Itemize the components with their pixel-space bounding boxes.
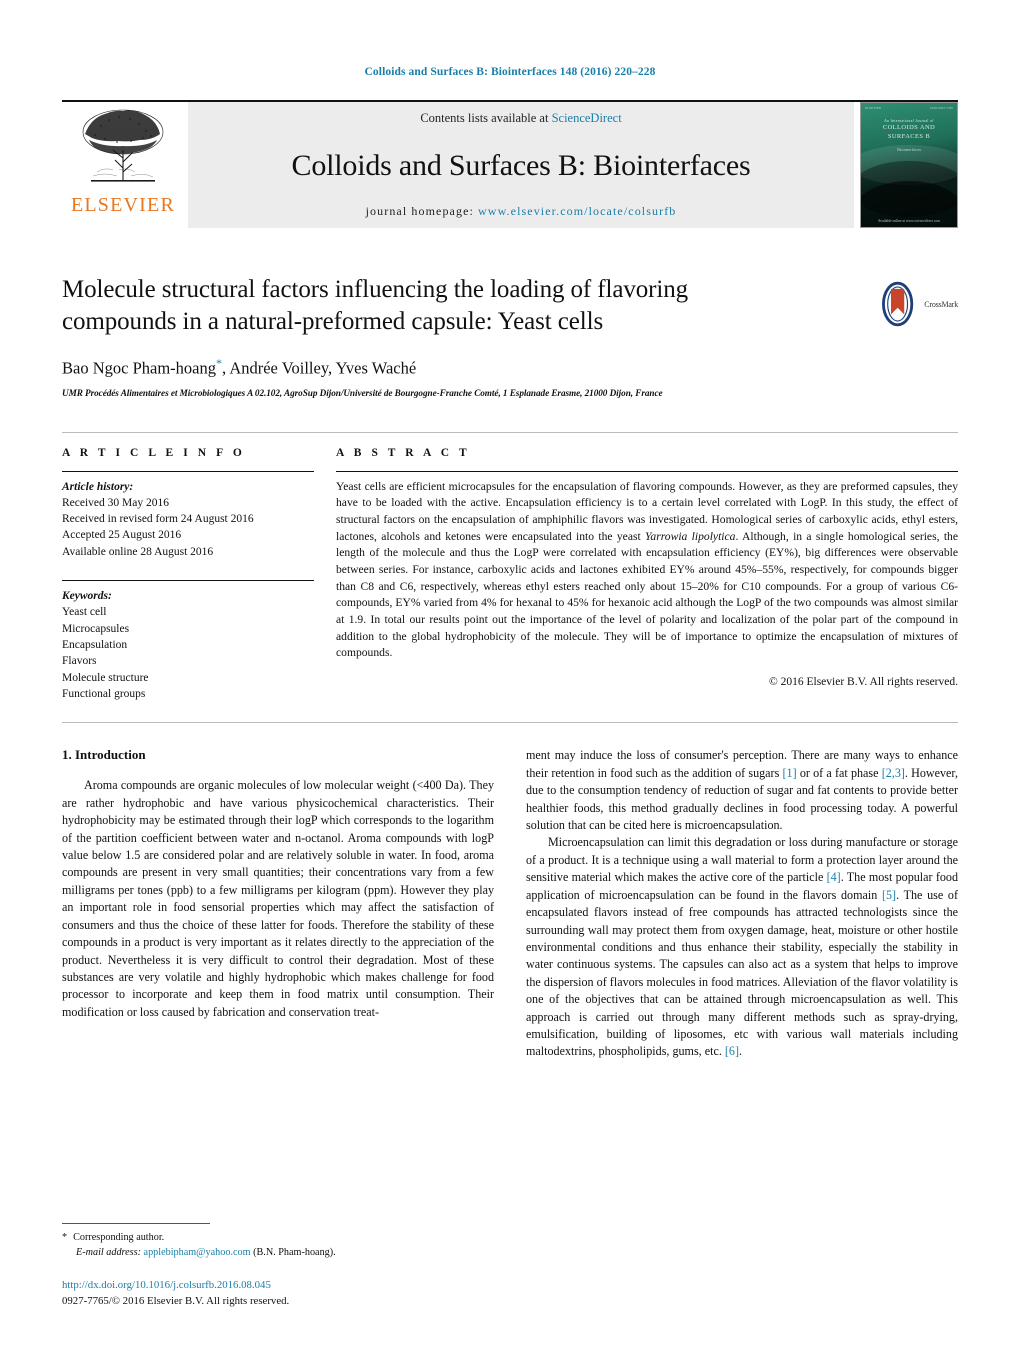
footnote-block: * Corresponding author. E-mail address: a… (62, 1223, 492, 1309)
citation-link[interactable]: [6] (725, 1044, 739, 1058)
corresponding-author-note: * Corresponding author. (62, 1231, 492, 1246)
citation-link[interactable]: [1] (783, 766, 797, 780)
cover-publisher: ELSEVIER (865, 106, 882, 110)
cover-bottom-strip: Available online at www.sciencedirect.co… (877, 219, 941, 223)
abstract-copyright: © 2016 Elsevier B.V. All rights reserved… (769, 676, 958, 689)
citation-link[interactable]: [2,3] (882, 766, 905, 780)
crossmark-label: CrossMark (924, 299, 958, 309)
abstract-column: A B S T R A C T Yeast cells are efficien… (336, 447, 958, 703)
sciencedirect-link[interactable]: ScienceDirect (552, 111, 622, 125)
keyword-item: Encapsulation (62, 639, 128, 652)
keyword-item: Molecule structure (62, 671, 149, 684)
article-history-label: Article history: (62, 480, 134, 493)
journal-title: Colloids and Surfaces B: Biointerfaces (291, 149, 751, 182)
cover-top-strip: ELSEVIER ISSN 0927-7765 (865, 106, 953, 113)
doi-link[interactable]: http://dx.doi.org/10.1016/j.colsurfb.201… (62, 1277, 492, 1293)
citation-link[interactable]: [4] (827, 870, 841, 884)
footnote-rule (62, 1223, 210, 1225)
cover-title-line1: COLLOIDS AND (882, 123, 936, 131)
abstract-organism-name: Yarrowia lipolytica (645, 529, 736, 543)
elsevier-logo: ELSEVIER (62, 102, 184, 228)
page-title: Molecule structural factors influencing … (62, 276, 689, 335)
paragraph-text: . The use of encapsulated flavors instea… (526, 887, 958, 1059)
history-item: Received in revised form 24 August 2016 (62, 513, 254, 526)
paragraph: ment may induce the loss of consumer's p… (526, 747, 958, 834)
issn-copyright: 0927-7765/© 2016 Elsevier B.V. All right… (62, 1294, 290, 1307)
citation-link[interactable]: [5] (882, 888, 896, 902)
paragraph-text: . (738, 1044, 743, 1059)
section-heading-introduction: 1. Introduction (62, 747, 146, 763)
article-info-heading: A R T I C L E I N F O (62, 446, 246, 459)
info-abstract-region: A R T I C L E I N F O Article history: R… (62, 431, 958, 703)
keyword-item: Functional groups (62, 688, 146, 701)
abstract-part-2: . Although, in a single homological seri… (336, 529, 958, 660)
cover-subtitle: Biointerfaces (897, 147, 921, 152)
keywords-group: Keywords: Yeast cell Microcapsules Encap… (62, 588, 314, 702)
email-link[interactable]: applebipham@yahoo.com (144, 1247, 251, 1258)
crossmark-badge[interactable]: CrossMark (874, 278, 958, 330)
email-note: E-mail address: applebipham@yahoo.com (B… (62, 1246, 492, 1261)
elsevier-wordmark: ELSEVIER (70, 194, 176, 216)
author-list: Bao Ngoc Pham-hoang*, Andrée Voilley, Yv… (62, 356, 958, 379)
crossmark-icon (882, 281, 914, 327)
title-block: Molecule structural factors influencing … (62, 274, 958, 398)
elsevier-tree-icon (82, 109, 164, 182)
abstract-rule (336, 470, 958, 472)
article-info-column: A R T I C L E I N F O Article history: R… (62, 447, 314, 703)
contents-available-line: Contents lists available at ScienceDirec… (420, 111, 621, 126)
keywords-rule (62, 580, 314, 582)
footnote-star: * (62, 1232, 68, 1244)
paragraph: Aroma compounds are organic molecules of… (62, 778, 494, 1019)
masthead-center: Contents lists available at ScienceDirec… (188, 102, 854, 228)
cover-title-line2: SURFACES B (887, 132, 931, 140)
homepage-prefix: journal homepage: (365, 204, 479, 218)
abstract-text: Yeast cells are efficient microcapsules … (336, 479, 958, 663)
email-label: E-mail address: (76, 1246, 141, 1258)
history-item: Accepted 25 August 2016 (62, 529, 182, 542)
body-column-left: 1. Introduction Aroma compounds are orga… (62, 747, 494, 1060)
author-rest: , Andrée Voilley, Yves Waché (221, 358, 417, 378)
paragraph: Microencapsulation can limit this degrad… (526, 834, 958, 1060)
journal-homepage-line: journal homepage: www.elsevier.com/locat… (366, 204, 677, 219)
abstract-heading: A B S T R A C T (336, 446, 471, 459)
author-primary: Bao Ngoc Pham-hoang (62, 358, 216, 378)
homepage-url-link[interactable]: www.elsevier.com/locate/colsurfb (478, 204, 676, 218)
email-owner: (B.N. Pham-hoang). (253, 1246, 336, 1258)
cover-issn: ISSN 0927-7765 (930, 106, 953, 110)
body-column-right: ment may induce the loss of consumer's p… (526, 747, 958, 1060)
history-item: Received 30 May 2016 (62, 496, 169, 509)
keyword-item: Microcapsules (62, 622, 130, 635)
keyword-item: Flavors (62, 655, 97, 668)
contents-prefix: Contents lists available at (420, 111, 552, 125)
article-info-rule (62, 470, 314, 472)
paragraph-text: or of a fat phase (796, 765, 882, 780)
keyword-item: Yeast cell (62, 606, 107, 619)
article-history-group: Article history: Received 30 May 2016 Re… (62, 479, 314, 561)
history-item: Available online 28 August 2016 (62, 545, 214, 558)
journal-cover-thumbnail: ELSEVIER ISSN 0927-7765 An International… (860, 102, 958, 228)
affiliation: UMR Procédés Alimentaires et Microbiolog… (62, 387, 663, 398)
keywords-label: Keywords: (62, 590, 112, 603)
paper-page: Colloids and Surfaces B: Biointerfaces 1… (0, 0, 1020, 1351)
running-head: Colloids and Surfaces B: Biointerfaces 1… (364, 66, 656, 78)
doi-block: http://dx.doi.org/10.1016/j.colsurfb.201… (62, 1277, 492, 1309)
body-columns: 1. Introduction Aroma compounds are orga… (62, 747, 958, 1060)
body-separator-rule (62, 722, 958, 724)
cover-title: An International Journal of COLLOIDS AND… (861, 119, 957, 141)
journal-masthead: ELSEVIER Contents lists available at Sci… (62, 100, 958, 228)
corresponding-author-text: Corresponding author. (73, 1232, 165, 1244)
